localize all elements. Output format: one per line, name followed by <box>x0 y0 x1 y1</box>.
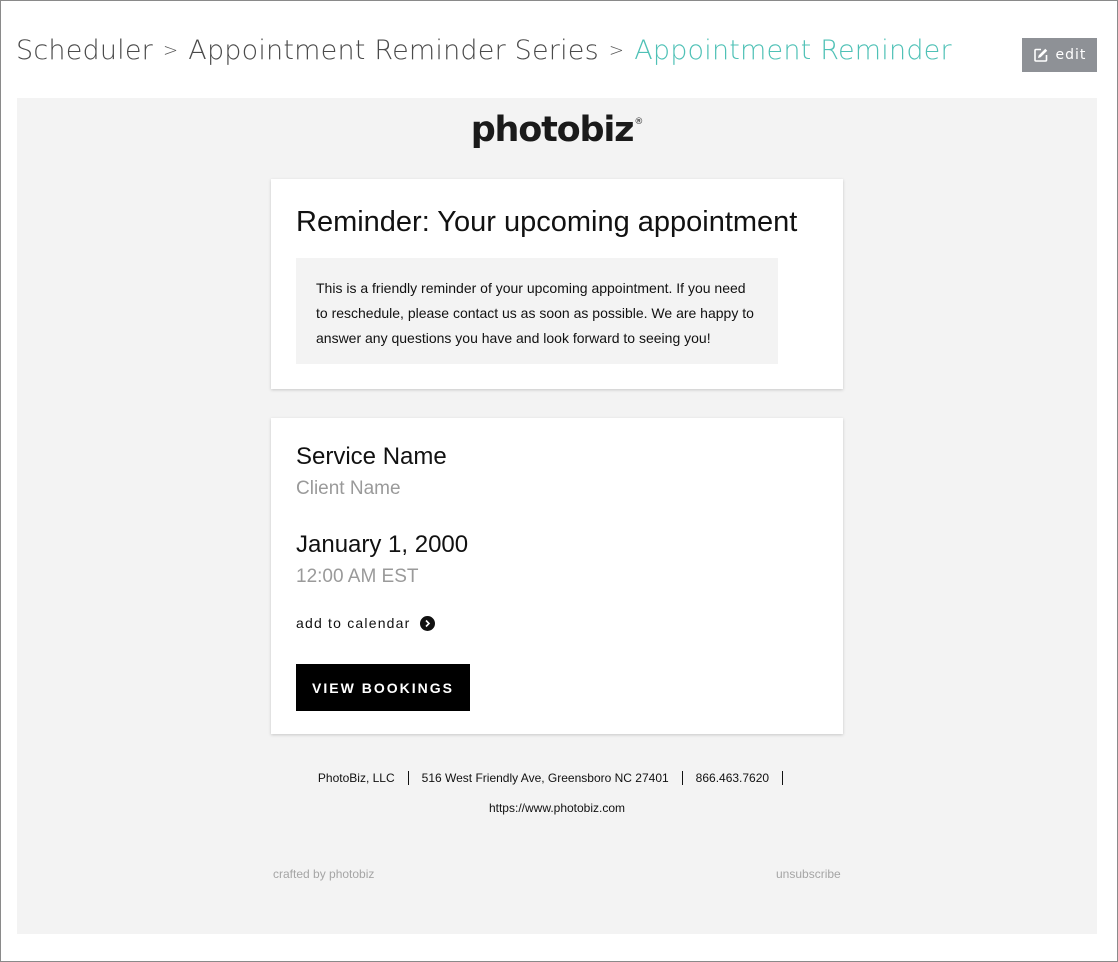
chevron-right-circle-icon <box>419 615 435 631</box>
breadcrumb-series[interactable]: Appointment Reminder Series <box>188 35 599 66</box>
edit-icon <box>1033 47 1049 63</box>
email-heading: Reminder: Your upcoming appointment <box>296 206 798 238</box>
unsubscribe-link[interactable]: unsubscribe <box>776 867 841 881</box>
edit-button[interactable]: edit <box>1022 38 1097 72</box>
breadcrumb: Scheduler > Appointment Reminder Series … <box>16 35 952 66</box>
footer-divider <box>681 771 683 785</box>
footer-contact: PhotoBiz, LLC 516 West Friendly Ave, Gre… <box>17 771 1097 785</box>
appointment-date: January 1, 2000 <box>296 531 469 558</box>
view-bookings-button[interactable]: VIEW BOOKINGS <box>296 664 470 711</box>
footer-phone: 866.463.7620 <box>695 771 770 785</box>
breadcrumb-separator: > <box>162 40 179 61</box>
footer-url[interactable]: https://www.photobiz.com <box>17 801 1097 815</box>
add-to-calendar-label: add to calendar <box>296 615 411 631</box>
appointment-card: Service Name Client Name January 1, 2000… <box>271 418 843 734</box>
window-frame: Scheduler > Appointment Reminder Series … <box>0 0 1118 962</box>
logo-text: photobiz <box>470 110 635 150</box>
client-name: Client Name <box>296 478 401 499</box>
reminder-message: This is a friendly reminder of your upco… <box>296 258 778 364</box>
add-to-calendar-link[interactable]: add to calendar <box>296 615 435 631</box>
breadcrumb-scheduler[interactable]: Scheduler <box>16 35 153 66</box>
crafted-by[interactable]: crafted by photobiz <box>273 867 374 881</box>
reminder-card: Reminder: Your upcoming appointment This… <box>271 179 843 389</box>
footer-address: 516 West Friendly Ave, Greensboro NC 274… <box>421 771 669 785</box>
logo-registered-mark: ® <box>634 117 644 128</box>
breadcrumb-current: Appointment Reminder <box>634 35 952 66</box>
breadcrumb-separator: > <box>608 40 625 61</box>
service-name: Service Name <box>296 443 447 470</box>
footer-company: PhotoBiz, LLC <box>317 771 395 785</box>
edit-label: edit <box>1055 47 1087 63</box>
email-preview: photobiz® Reminder: Your upcoming appoin… <box>17 98 1097 934</box>
photobiz-logo: photobiz® <box>17 110 1097 150</box>
footer-divider <box>782 771 784 785</box>
appointment-time: 12:00 AM EST <box>296 566 419 587</box>
footer-divider <box>407 771 409 785</box>
